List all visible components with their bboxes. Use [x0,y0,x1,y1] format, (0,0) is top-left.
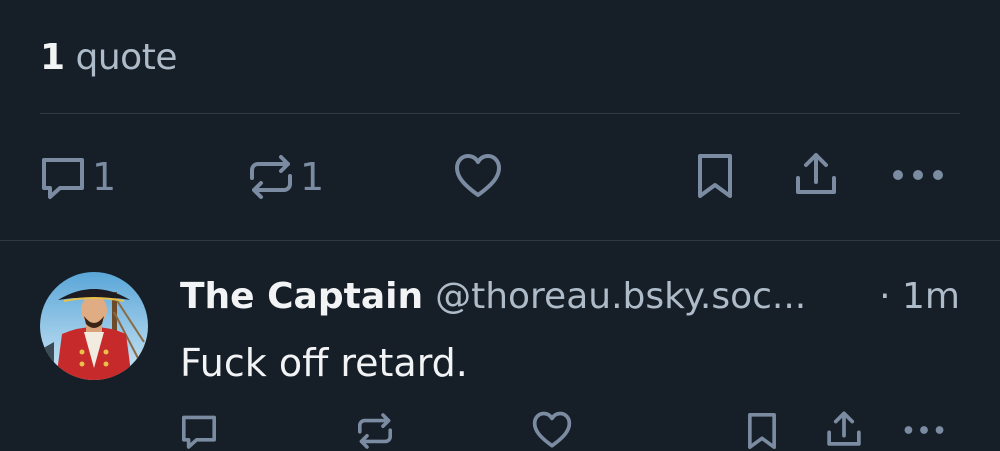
repost-icon [250,155,292,199]
reply-count: 1 [92,155,117,199]
more-button[interactable] [892,166,944,184]
share-icon [827,411,861,446]
repost-count: 1 [300,155,325,199]
divider [40,113,960,114]
like-button[interactable] [454,153,502,199]
quote-count-link[interactable]: 1 quote [40,33,177,83]
post-header: The Captain @thoreau.bsky.soc... · 1m [180,272,960,322]
share-button[interactable] [793,150,839,198]
reply-button[interactable]: 1 [38,152,116,202]
avatar[interactable] [40,272,148,380]
repost-button[interactable]: 1 [246,152,324,202]
reply-more-button[interactable] [903,423,945,437]
quote-label: quote [75,37,178,78]
divider [0,240,1000,241]
reply-icon [182,415,216,449]
post-timestamp[interactable]: · 1m [879,272,960,322]
like-icon [532,411,572,448]
repost-icon [358,413,392,449]
user-handle[interactable]: @thoreau.bsky.soc... [435,272,806,322]
post-text: Fuck off retard. [180,341,468,385]
more-icon [893,170,943,180]
reply-share-button[interactable] [825,409,863,449]
reply-icon [42,158,84,199]
reply-like-button[interactable] [532,411,572,449]
bookmark-icon [698,154,732,198]
share-icon [796,153,836,194]
more-icon [904,426,944,434]
reply-reply-button[interactable] [179,411,219,451]
like-icon [455,154,501,197]
reply-bookmark-button[interactable] [745,411,779,451]
bookmark-icon [748,412,776,450]
display-name[interactable]: The Captain [180,272,423,322]
bookmark-button[interactable] [694,152,736,200]
quote-count: 1 [40,37,65,78]
reply-repost-button[interactable] [355,411,395,451]
